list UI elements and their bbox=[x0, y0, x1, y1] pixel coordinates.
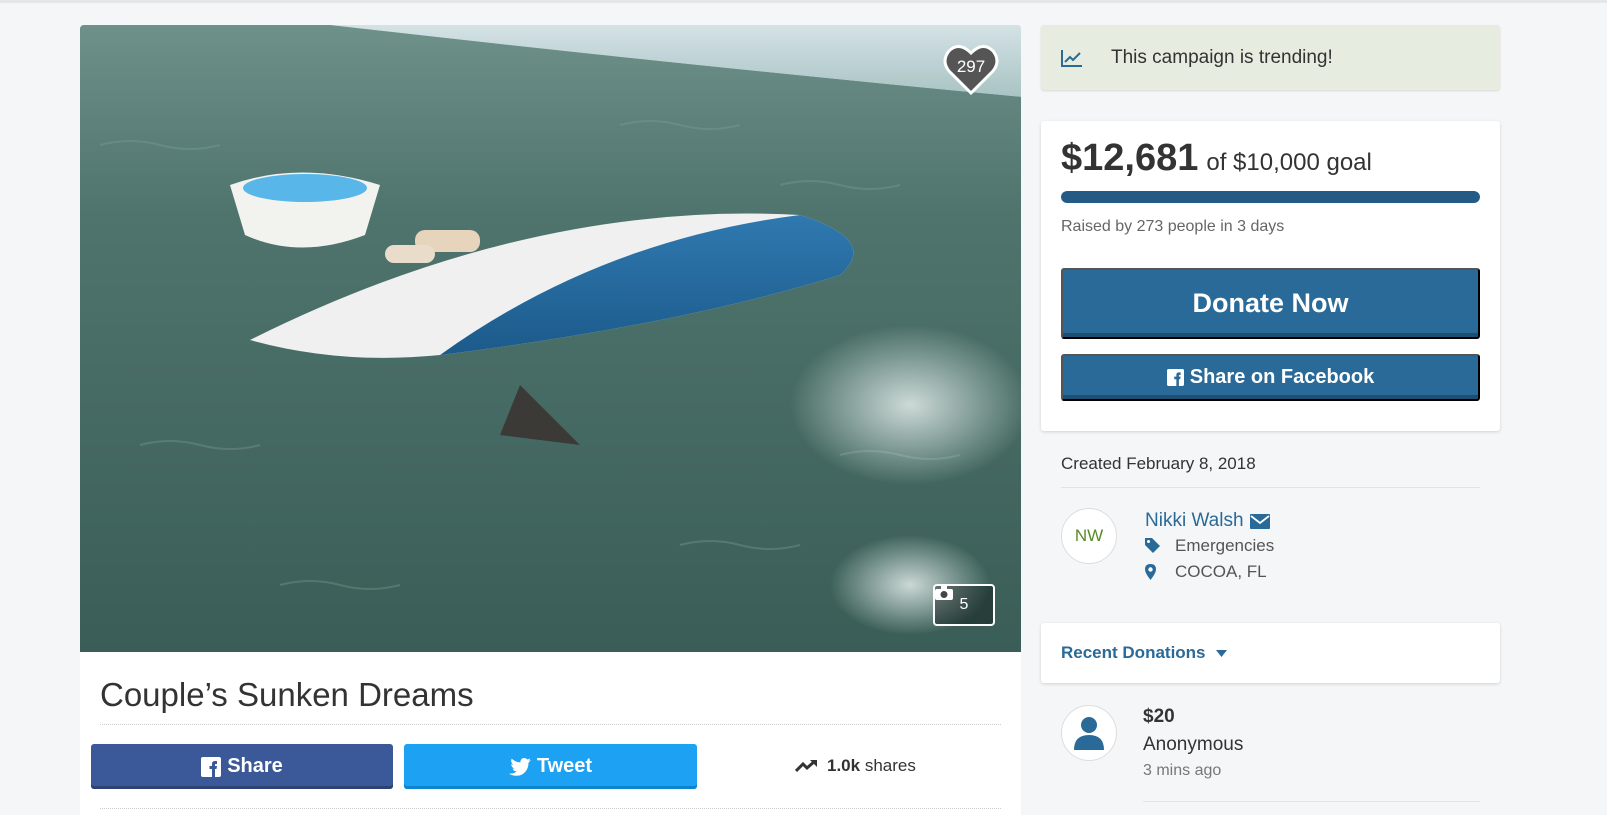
share-on-facebook-label: Share on Facebook bbox=[1189, 366, 1375, 388]
organizer-name: Nikki Walsh bbox=[1145, 510, 1244, 531]
photo-gallery-button[interactable]: 5 bbox=[933, 584, 995, 626]
amount-goal: of $10,000 goal bbox=[1206, 149, 1372, 176]
trending-banner: This campaign is trending! bbox=[1041, 25, 1500, 90]
progress-fill bbox=[1061, 191, 1480, 203]
twitter-icon bbox=[508, 757, 531, 776]
amount-raised: $12,681 bbox=[1061, 137, 1199, 179]
donate-now-label: Donate Now bbox=[1192, 288, 1349, 318]
shares-count-value: 1.0k bbox=[827, 756, 861, 775]
organizer-avatar[interactable]: NW bbox=[1061, 508, 1117, 564]
user-icon bbox=[1074, 717, 1104, 750]
trending-up-icon bbox=[795, 759, 817, 773]
photo-count-value: 5 bbox=[959, 596, 969, 613]
campaign-hero-image[interactable]: 297 5 bbox=[80, 25, 1021, 652]
facebook-share-label: Share bbox=[227, 755, 283, 777]
organizer-initials: NW bbox=[1074, 526, 1104, 545]
share-on-facebook-button[interactable]: Share on Facebook bbox=[1061, 354, 1480, 401]
donation-summary-card: $12,681 of $10,000 goal Raised by 273 pe… bbox=[1041, 121, 1500, 431]
raised-by-text: Raised by 273 people in 3 days bbox=[1061, 218, 1285, 235]
organizer-link[interactable]: Nikki Walsh bbox=[1145, 510, 1270, 532]
category-label: Emergencies bbox=[1175, 536, 1275, 555]
recent-donations-label: Recent Donations bbox=[1061, 643, 1206, 662]
likes-count: 297 bbox=[956, 57, 986, 76]
donor-name: Anonymous bbox=[1143, 734, 1244, 755]
campaign-title-card: Couple’s Sunken Dreams Share Tweet 1.0k … bbox=[80, 652, 1021, 815]
donation-time: 3 mins ago bbox=[1143, 762, 1222, 779]
camera-icon bbox=[935, 586, 953, 600]
campaign-category[interactable]: Emergencies bbox=[1145, 536, 1275, 556]
donation-amount: $20 bbox=[1143, 706, 1175, 727]
created-date: Created February 8, 2018 bbox=[1061, 454, 1256, 473]
facebook-icon bbox=[201, 756, 222, 777]
twitter-tweet-button[interactable]: Tweet bbox=[404, 744, 697, 789]
map-pin-icon bbox=[1145, 564, 1156, 580]
location-label: COCOA, FL bbox=[1175, 562, 1267, 581]
twitter-tweet-label: Tweet bbox=[536, 755, 593, 777]
hero-scene bbox=[80, 25, 1021, 652]
envelope-icon[interactable] bbox=[1249, 513, 1270, 529]
campaign-location: COCOA, FL bbox=[1145, 562, 1267, 582]
details-divider bbox=[1061, 487, 1480, 488]
donate-now-button[interactable]: Donate Now bbox=[1061, 268, 1480, 339]
title-divider bbox=[100, 724, 1001, 725]
progress-bar bbox=[1061, 191, 1480, 203]
likes-heart[interactable]: 297 bbox=[943, 43, 999, 95]
trending-chart-icon bbox=[1061, 49, 1082, 67]
recent-donations-toggle[interactable]: Recent Donations bbox=[1041, 623, 1500, 683]
tag-icon bbox=[1145, 538, 1160, 553]
facebook-icon bbox=[1166, 369, 1184, 386]
amount-summary: $12,681 of $10,000 goal bbox=[1061, 137, 1372, 180]
campaign-title: Couple’s Sunken Dreams bbox=[100, 676, 474, 713]
donation-divider bbox=[1143, 801, 1480, 802]
shares-count-suffix: shares bbox=[864, 756, 916, 775]
caret-down-icon bbox=[1215, 649, 1227, 657]
trending-text: This campaign is trending! bbox=[1111, 46, 1333, 68]
share-bar-divider bbox=[100, 808, 1001, 809]
top-border bbox=[0, 0, 1607, 3]
shares-count: 1.0k shares bbox=[795, 756, 916, 776]
facebook-share-button[interactable]: Share bbox=[91, 744, 393, 789]
donor-avatar bbox=[1061, 705, 1117, 761]
